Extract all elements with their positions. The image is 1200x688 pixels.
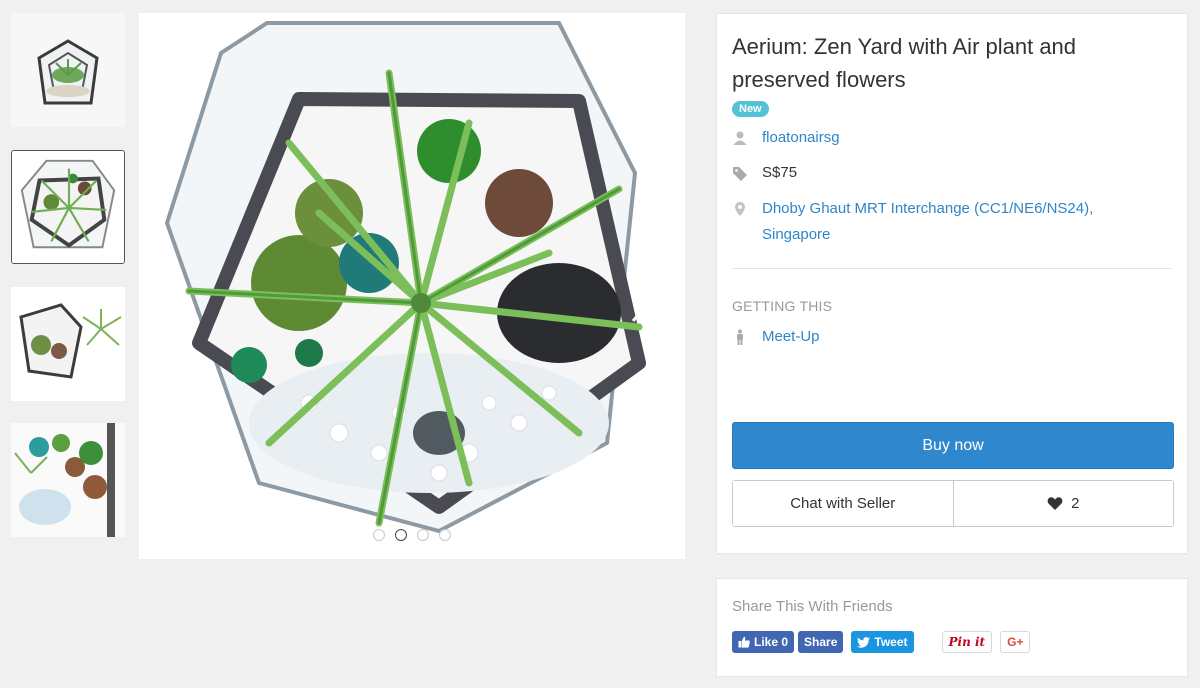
- terrarium-photo: [139, 13, 685, 559]
- meetup-link[interactable]: Meet-Up: [762, 324, 820, 350]
- tweet-button[interactable]: Tweet: [851, 631, 914, 653]
- price-value: S$75: [762, 164, 798, 181]
- pinterest-label: Pin it: [948, 635, 986, 649]
- meetup-row: Meet-Up: [732, 324, 1172, 350]
- main-product-image[interactable]: [139, 13, 685, 559]
- terrarium-thumbnail-image: [11, 423, 125, 537]
- tweet-label: Tweet: [874, 635, 908, 649]
- buy-now-button[interactable]: Buy now: [732, 422, 1174, 469]
- share-buttons: Like 0 Share Tweet Pin it G+: [732, 631, 1172, 653]
- listing-details-card: Aerium: Zen Yard with Air plant and pres…: [716, 13, 1188, 554]
- next-image-arrow[interactable]: [627, 269, 657, 329]
- secondary-actions: Chat with Seller 2: [732, 480, 1174, 527]
- pagination-dot-3[interactable]: [417, 529, 429, 541]
- like-count: 2: [1071, 495, 1080, 512]
- share-card: Share This With Friends Like 0 Share Twe…: [716, 578, 1188, 677]
- price-tag-icon: [732, 160, 762, 181]
- heart-icon: [1047, 497, 1063, 510]
- price-row: S$75: [732, 160, 1172, 186]
- chevron-right-icon: [631, 276, 653, 322]
- like-button[interactable]: 2: [953, 481, 1173, 526]
- pagination-dot-1[interactable]: [373, 529, 385, 541]
- share-heading: Share This With Friends: [732, 598, 893, 615]
- previous-image-arrow[interactable]: [157, 269, 187, 329]
- google-plus-button[interactable]: G+: [1000, 631, 1031, 653]
- location-link[interactable]: Dhoby Ghaut MRT Interchange (CC1/NE6/NS2…: [762, 196, 1142, 248]
- map-pin-icon: [732, 196, 762, 217]
- terrarium-thumbnail-image: [11, 13, 125, 127]
- condition-badge: New: [732, 101, 769, 117]
- twitter-bird-icon: [857, 636, 871, 648]
- chat-with-seller-button[interactable]: Chat with Seller: [733, 481, 953, 526]
- terrarium-thumbnail-image: [12, 151, 124, 263]
- chevron-left-icon: [161, 276, 183, 322]
- getting-this-heading: GETTING THIS: [732, 298, 833, 314]
- location-row: Dhoby Ghaut MRT Interchange (CC1/NE6/NS2…: [732, 196, 1172, 248]
- facebook-share-label: Share: [804, 635, 838, 649]
- chat-button-label: Chat with Seller: [790, 495, 896, 512]
- seller-row: floatonairsg: [732, 125, 1172, 151]
- facebook-like-button[interactable]: Like 0: [732, 631, 795, 653]
- user-icon: [732, 125, 762, 146]
- pinterest-button[interactable]: Pin it: [941, 631, 993, 653]
- gallery-thumbnail-1[interactable]: [11, 13, 125, 127]
- pagination-dot-2[interactable]: [395, 529, 407, 541]
- image-pagination-dots: [139, 529, 685, 541]
- person-icon: [732, 324, 762, 345]
- gallery-thumbnail-2[interactable]: [11, 150, 125, 264]
- thumbs-up-icon: [738, 636, 750, 648]
- listing-title: Aerium: Zen Yard with Air plant and pres…: [732, 34, 1077, 92]
- section-divider: [732, 268, 1172, 269]
- gallery-thumbnail-3[interactable]: [11, 287, 125, 401]
- seller-link[interactable]: floatonairsg: [762, 125, 840, 151]
- facebook-share-button[interactable]: Share: [798, 631, 844, 653]
- facebook-like-label: Like 0: [754, 635, 789, 649]
- google-plus-label: G+: [1007, 635, 1024, 649]
- terrarium-thumbnail-image: [11, 287, 125, 401]
- gallery-thumbnail-4[interactable]: [11, 423, 125, 537]
- pagination-dot-4[interactable]: [439, 529, 451, 541]
